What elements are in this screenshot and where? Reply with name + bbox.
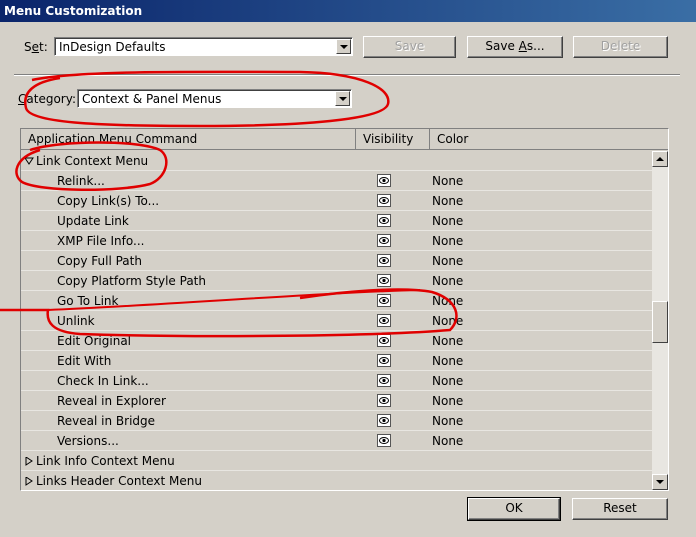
category-label: Category: xyxy=(18,92,76,106)
chevron-down-icon[interactable] xyxy=(335,91,350,106)
row-label: Check In Link... xyxy=(57,374,149,388)
triangle-right-icon[interactable] xyxy=(25,477,34,486)
eye-icon[interactable] xyxy=(377,174,391,187)
row-color-value[interactable]: None xyxy=(432,193,463,209)
row-label: Link Info Context Menu xyxy=(36,454,175,468)
row-color-value[interactable]: None xyxy=(432,273,463,289)
eye-icon[interactable] xyxy=(377,234,391,247)
set-dropdown-value: InDesign Defaults xyxy=(59,40,166,54)
row-label: Copy Full Path xyxy=(57,254,142,268)
list-group-row[interactable]: Links Header Context Menu xyxy=(21,471,652,490)
reset-button[interactable]: Reset xyxy=(572,498,668,520)
row-color-value[interactable]: None xyxy=(432,253,463,269)
eye-icon[interactable] xyxy=(377,374,391,387)
table-row[interactable]: None Edit With xyxy=(21,351,652,371)
table-row[interactable]: None Check In Link... xyxy=(21,371,652,391)
table-row[interactable]: None Copy Full Path xyxy=(21,251,652,271)
save-button[interactable]: Save xyxy=(363,36,456,58)
window-title: Menu Customization xyxy=(4,4,143,18)
table-row[interactable]: None Update Link xyxy=(21,211,652,231)
eye-icon[interactable] xyxy=(377,254,391,267)
row-label: Versions... xyxy=(57,434,119,448)
table-row[interactable]: None Go To Link xyxy=(21,291,652,311)
list-header: Application Menu Command Visibility Colo… xyxy=(21,129,668,150)
list-rows: Link Context Menu None Relink... None Copy L… xyxy=(21,151,652,490)
row-color-value[interactable]: None xyxy=(432,393,463,409)
vertical-scrollbar[interactable] xyxy=(652,151,668,490)
window-title-bar: Menu Customization xyxy=(0,0,696,22)
scroll-up-button[interactable] xyxy=(652,151,668,167)
row-color-value[interactable]: None xyxy=(432,173,463,189)
eye-icon[interactable] xyxy=(377,354,391,367)
column-header-color[interactable]: Color xyxy=(430,129,668,150)
save-as-button[interactable]: Save As... xyxy=(467,36,563,58)
eye-icon[interactable] xyxy=(377,434,391,447)
set-dropdown[interactable]: InDesign Defaults xyxy=(54,37,353,56)
row-color-value[interactable]: None xyxy=(432,433,463,449)
row-color-value[interactable]: None xyxy=(432,293,463,309)
row-label: Go To Link xyxy=(57,294,119,308)
row-label: Reveal in Explorer xyxy=(57,394,166,408)
eye-icon[interactable] xyxy=(377,334,391,347)
table-row[interactable]: None Reveal in Bridge xyxy=(21,411,652,431)
table-row[interactable]: None Relink... xyxy=(21,171,652,191)
table-row[interactable]: None Versions... xyxy=(21,431,652,451)
row-color-value[interactable]: None xyxy=(432,233,463,249)
row-color-value[interactable]: None xyxy=(432,213,463,229)
scroll-down-button[interactable] xyxy=(652,474,668,490)
row-label: Copy Link(s) To... xyxy=(57,194,160,208)
triangle-down-icon[interactable] xyxy=(25,157,34,166)
row-color-value[interactable]: None xyxy=(432,333,463,349)
row-label: Update Link xyxy=(57,214,129,228)
row-label: Relink... xyxy=(57,174,105,188)
table-row[interactable]: None Edit Original xyxy=(21,331,652,351)
category-dropdown[interactable]: Context & Panel Menus xyxy=(77,89,352,108)
row-color-value[interactable]: None xyxy=(432,413,463,429)
eye-icon[interactable] xyxy=(377,414,391,427)
ok-button[interactable]: OK xyxy=(467,497,561,521)
list-group-row[interactable]: Link Info Context Menu xyxy=(21,451,652,471)
column-header-command[interactable]: Application Menu Command xyxy=(21,129,356,150)
triangle-right-icon[interactable] xyxy=(25,457,34,466)
eye-icon[interactable] xyxy=(377,294,391,307)
row-label: Edit Original xyxy=(57,334,132,348)
separator xyxy=(14,74,680,76)
row-label: Copy Platform Style Path xyxy=(57,274,206,288)
row-label: Link Context Menu xyxy=(36,154,149,168)
row-color-value[interactable]: None xyxy=(432,373,463,389)
menu-command-list[interactable]: Application Menu Command Visibility Colo… xyxy=(20,128,669,491)
table-row[interactable]: None Copy Platform Style Path xyxy=(21,271,652,291)
row-label: Unlink xyxy=(57,314,95,328)
arrow-down-icon xyxy=(656,480,664,484)
set-label: Set: xyxy=(24,40,48,54)
row-color-value[interactable]: None xyxy=(432,313,463,329)
list-group-row[interactable]: Link Context Menu xyxy=(21,151,652,171)
row-label: Links Header Context Menu xyxy=(36,474,202,488)
column-header-visibility[interactable]: Visibility xyxy=(356,129,430,150)
row-color-value[interactable]: None xyxy=(432,353,463,369)
eye-icon[interactable] xyxy=(377,314,391,327)
eye-icon[interactable] xyxy=(377,214,391,227)
table-row[interactable]: None XMP File Info... xyxy=(21,231,652,251)
eye-icon[interactable] xyxy=(377,194,391,207)
chevron-down-icon[interactable] xyxy=(336,39,351,54)
table-row[interactable]: None Copy Link(s) To... xyxy=(21,191,652,211)
table-row[interactable]: None Reveal in Explorer xyxy=(21,391,652,411)
category-dropdown-value: Context & Panel Menus xyxy=(82,92,222,106)
eye-icon[interactable] xyxy=(377,394,391,407)
row-label: XMP File Info... xyxy=(57,234,145,248)
eye-icon[interactable] xyxy=(377,274,391,287)
delete-button[interactable]: Delete xyxy=(573,36,668,58)
scroll-thumb[interactable] xyxy=(652,301,668,343)
row-label: Reveal in Bridge xyxy=(57,414,156,428)
arrow-up-icon xyxy=(656,157,664,161)
table-row[interactable]: None Unlink xyxy=(21,311,652,331)
row-label: Edit With xyxy=(57,354,112,368)
